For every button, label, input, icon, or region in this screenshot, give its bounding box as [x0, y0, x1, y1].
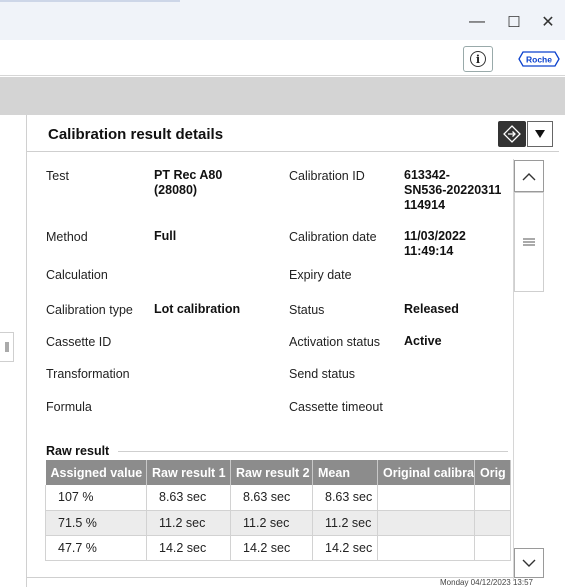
header-band — [0, 77, 565, 115]
scroll-up-button[interactable] — [514, 160, 544, 192]
table-cell — [377, 535, 475, 561]
maximize-button[interactable]: ☐ — [499, 8, 529, 36]
calibration-date-label: Calibration date — [289, 230, 377, 244]
close-button[interactable]: ✕ — [533, 8, 563, 36]
cassette-timeout-label: Cassette timeout — [289, 400, 383, 414]
status-label: Status — [289, 303, 325, 317]
table-cell — [377, 510, 475, 536]
test-value: PT Rec A80 (28080) — [154, 168, 223, 197]
status-value: Released — [404, 302, 459, 316]
table-cell: 11.2 sec — [146, 510, 231, 536]
activation-status-label: Activation status — [289, 335, 381, 349]
table-cell: 8.63 sec — [230, 485, 313, 511]
brand-text: Roche — [526, 55, 552, 65]
status-datetime: Monday 04/12/2023 13:57 — [440, 578, 533, 587]
chevron-up-icon — [522, 172, 536, 180]
table-cell: 8.63 sec — [146, 485, 231, 511]
scroll-thumb[interactable] — [514, 192, 544, 292]
table-row[interactable]: 107 % 8.63 sec 8.63 sec 8.63 sec — [45, 485, 511, 511]
raw-result-table: Assigned value Raw result 1 Raw result 2… — [45, 460, 511, 561]
table-cell: 8.63 sec — [312, 485, 378, 511]
table-cell: 47.7 % — [45, 535, 147, 561]
table-cell: 11.2 sec — [230, 510, 313, 536]
expiry-date-label: Expiry date — [289, 268, 352, 282]
table-cell — [474, 535, 511, 561]
send-status-label: Send status — [289, 367, 356, 381]
chevron-down-icon — [522, 559, 536, 567]
triangle-down-icon — [535, 130, 545, 138]
table-row[interactable]: 71.5 % 11.2 sec 11.2 sec 11.2 sec — [45, 510, 511, 536]
calibration-date-value: 11/03/2022 11:49:14 — [404, 229, 466, 258]
info-icon: i — [470, 51, 486, 67]
tab-accent — [0, 0, 180, 2]
method-value: Full — [154, 229, 177, 243]
test-label: Test — [46, 169, 69, 183]
table-cell: 14.2 sec — [312, 535, 378, 561]
table-row[interactable]: 47.7 % 14.2 sec 14.2 sec 14.2 sec — [45, 535, 511, 561]
panel-title: Calibration result details — [48, 126, 224, 143]
navigate-button[interactable] — [498, 121, 526, 147]
raw-result-title: Raw result — [46, 444, 110, 458]
column-header-mean[interactable]: Mean — [312, 460, 378, 485]
table-header-row: Assigned value Raw result 1 Raw result 2… — [45, 460, 511, 485]
formula-label: Formula — [46, 400, 92, 414]
calibration-id-value: 613342- SN536-20220311 114914 — [404, 168, 502, 212]
minimize-button[interactable]: — — [462, 8, 492, 36]
table-cell: 14.2 sec — [230, 535, 313, 561]
options-dropdown-button[interactable] — [527, 121, 553, 147]
roche-logo: Roche — [518, 51, 560, 67]
raw-result-divider — [118, 451, 508, 452]
column-header-original-calibration[interactable]: Original calibra — [377, 460, 475, 485]
sidebar-handle-icon — [5, 342, 8, 352]
column-header-assigned-value[interactable]: Assigned value — [45, 460, 147, 485]
method-label: Method — [46, 230, 88, 244]
sidebar-toggle[interactable] — [0, 332, 14, 362]
table-cell — [474, 485, 511, 511]
menu-lines-icon — [523, 238, 535, 246]
column-header-raw-result-1[interactable]: Raw result 1 — [146, 460, 231, 485]
table-cell — [377, 485, 475, 511]
table-cell — [474, 510, 511, 536]
calibration-id-label: Calibration ID — [289, 169, 365, 183]
table-cell: 11.2 sec — [312, 510, 378, 536]
calibration-type-label: Calibration type — [46, 303, 133, 317]
table-cell: 107 % — [45, 485, 147, 511]
column-header-original[interactable]: Orig — [474, 460, 511, 485]
column-header-raw-result-2[interactable]: Raw result 2 — [230, 460, 313, 485]
scroll-down-button[interactable] — [514, 548, 544, 578]
info-button[interactable]: i — [463, 46, 493, 72]
calculation-label: Calculation — [46, 268, 108, 282]
cassette-id-label: Cassette ID — [46, 335, 112, 349]
activation-status-value: Active — [404, 334, 442, 348]
calibration-type-value: Lot calibration — [154, 302, 241, 316]
navigate-icon — [503, 125, 521, 143]
table-cell: 14.2 sec — [146, 535, 231, 561]
table-cell: 71.5 % — [45, 510, 147, 536]
transformation-label: Transformation — [46, 367, 130, 381]
